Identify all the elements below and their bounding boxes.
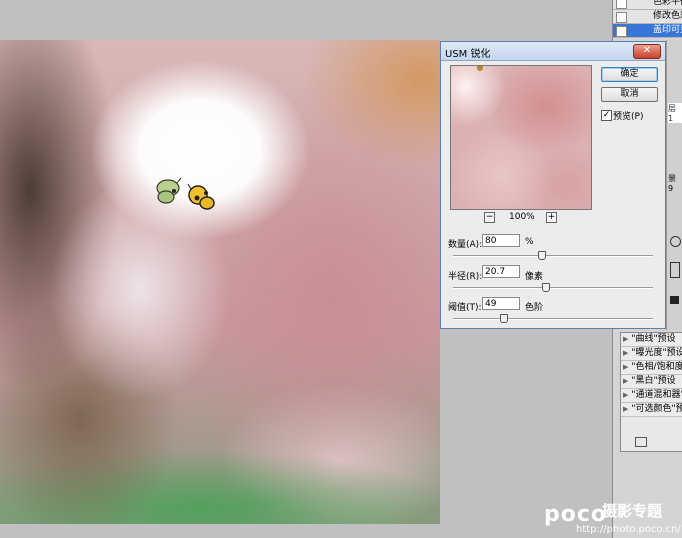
watermark-title: 摄影专题: [602, 502, 663, 520]
levels-icon[interactable]: [670, 262, 680, 278]
threshold-slider[interactable]: [453, 314, 653, 323]
side-label-background: 景 9: [668, 174, 676, 193]
amount-unit: %: [525, 237, 534, 247]
layer-row-color-balance[interactable]: 色彩平衡: [613, 0, 682, 10]
layer-label: 色彩平衡: [653, 0, 682, 7]
threshold-input[interactable]: 49: [482, 297, 520, 310]
expand-triangle-icon: ▶: [623, 335, 629, 343]
preset-hue-saturation[interactable]: ▶"色相/饱和度"预设: [621, 361, 682, 375]
zoom-level: 100%: [509, 212, 535, 222]
layer-row-modify-color[interactable]: 修改色彩: [613, 10, 682, 24]
layer-visibility-checkbox[interactable]: [616, 0, 627, 9]
side-label-layer: 层 1: [668, 103, 682, 123]
threshold-slider-thumb[interactable]: [500, 314, 508, 323]
amount-input[interactable]: 80: [482, 234, 520, 247]
close-icon: ✕: [642, 45, 652, 56]
dialog-titlebar[interactable]: USM 锐化 ✕: [441, 42, 665, 61]
layer-label: 修改色彩: [653, 11, 682, 21]
preview-butterfly-fragment: [477, 66, 483, 71]
butterflies-image: [156, 177, 215, 210]
amount-label: 数量(A):: [448, 240, 483, 250]
preset-selective-color[interactable]: ▶"可选颜色"预设: [621, 403, 682, 417]
threshold-label: 阈值(T):: [448, 303, 482, 313]
amount-slider-thumb[interactable]: [538, 251, 546, 260]
radius-slider[interactable]: [453, 283, 653, 292]
preview-checkbox-label: 预览(P): [613, 112, 644, 122]
expand-triangle-icon: ▶: [623, 349, 629, 357]
radius-input[interactable]: 20.7: [482, 265, 520, 278]
radius-unit: 像素: [525, 272, 544, 282]
preview-image[interactable]: [450, 65, 592, 210]
expand-triangle-icon: ▶: [623, 391, 629, 399]
close-button[interactable]: ✕: [633, 44, 661, 59]
preset-black-white[interactable]: ▶ "黑白"预设: [621, 375, 682, 389]
usm-sharpen-dialog: USM 锐化 ✕ − 100% + 确定 取消 ✓ 预览(P) 数量(A): 8…: [440, 41, 666, 329]
zoom-out-button[interactable]: −: [484, 212, 495, 223]
radius-slider-thumb[interactable]: [542, 283, 550, 292]
panel-side-strip: P 层 1 景 9: [666, 40, 682, 330]
green-butterfly: [156, 177, 182, 204]
radius-label: 半径(R):: [448, 272, 483, 282]
preview-checkbox[interactable]: ✓: [601, 110, 612, 121]
amount-slider[interactable]: [453, 251, 653, 260]
adjustment-presets-panel: ▶"曲线"预设 ▶"曝光度"预设 ▶"色相/饱和度"预设 ▶"黑白"预设 ▶"通…: [620, 332, 682, 452]
expand-triangle-icon: ▶: [623, 377, 629, 385]
return-icon[interactable]: [635, 437, 647, 447]
threshold-unit: 色阶: [525, 303, 544, 313]
preset-curves[interactable]: ▶ "曲线"预设: [621, 333, 682, 347]
preset-exposure[interactable]: ▶ "曝光度"预设: [621, 347, 682, 361]
preset-channel-mixer[interactable]: ▶"通道混和器"预设: [621, 389, 682, 403]
layer-label: 盖印可见图层: [653, 25, 682, 35]
watermark-url: http://photo.poco.cn/: [576, 524, 681, 535]
yellow-butterfly: [187, 183, 215, 210]
dialog-title: USM 锐化: [445, 49, 491, 60]
layer-row-stamp-visible[interactable]: 盖印可见图层: [613, 24, 682, 38]
expand-triangle-icon: ▶: [623, 405, 629, 413]
expand-triangle-icon: ▶: [623, 363, 629, 371]
image-canvas[interactable]: [0, 40, 440, 524]
layer-visibility-checkbox[interactable]: [616, 26, 627, 37]
layer-visibility-checkbox[interactable]: [616, 12, 627, 23]
adjustment-icon[interactable]: [670, 236, 681, 247]
cancel-button[interactable]: 取消: [601, 87, 658, 102]
ok-button[interactable]: 确定: [601, 67, 658, 82]
mask-icon[interactable]: [670, 296, 679, 304]
zoom-in-button[interactable]: +: [546, 212, 557, 223]
